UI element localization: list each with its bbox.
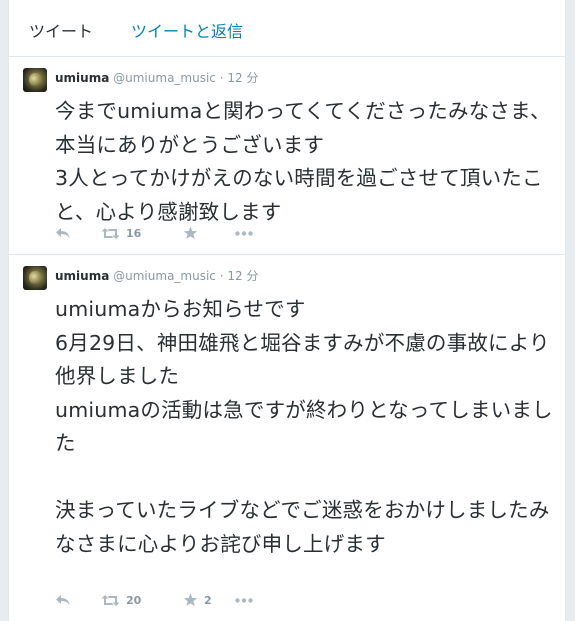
retweet-count: 20 bbox=[126, 593, 142, 607]
favorite-button[interactable]: 2 bbox=[183, 593, 235, 607]
more-button[interactable] bbox=[235, 597, 253, 603]
retweet-icon bbox=[101, 594, 120, 607]
tweet-text: umiumaからお知らせです 6月29日、神田雄飛と堀谷ますみが不慮の事故により… bbox=[55, 297, 553, 556]
retweet-button[interactable]: 16 bbox=[101, 227, 183, 240]
tweet-header: umiuma @umiuma_music · 12 分 bbox=[55, 70, 258, 86]
separator: · bbox=[219, 71, 224, 85]
more-button[interactable] bbox=[235, 230, 253, 236]
tab-tweets-and-replies[interactable]: ツイートと返信 bbox=[131, 18, 243, 56]
timestamp[interactable]: 12 分 bbox=[227, 269, 258, 283]
more-icon bbox=[235, 597, 253, 603]
avatar[interactable] bbox=[23, 266, 47, 290]
reply-icon bbox=[55, 226, 71, 240]
favorite-icon bbox=[183, 593, 198, 607]
retweet-icon bbox=[101, 227, 120, 240]
favorite-count: 2 bbox=[204, 593, 212, 607]
retweet-button[interactable]: 20 bbox=[101, 594, 183, 607]
timestamp[interactable]: 12 分 bbox=[227, 71, 258, 85]
timeline-card: ツイート ツイートと返信 umiuma @umiuma_music · 12 分… bbox=[8, 0, 566, 621]
reply-button[interactable] bbox=[55, 226, 101, 240]
reply-button[interactable] bbox=[55, 593, 101, 607]
tweet[interactable]: umiuma @umiuma_music · 12 分 umiumaからお知らせ… bbox=[9, 255, 565, 621]
retweet-count: 16 bbox=[126, 226, 142, 240]
tweet-actions: 16 bbox=[55, 223, 253, 243]
separator: · bbox=[219, 269, 224, 283]
more-icon bbox=[235, 230, 253, 236]
tweet[interactable]: umiuma @umiuma_music · 12 分 今までumiumaと関わ… bbox=[9, 57, 565, 255]
user-name[interactable]: umiuma bbox=[55, 269, 109, 283]
favorite-button[interactable] bbox=[183, 226, 235, 240]
avatar[interactable] bbox=[23, 68, 47, 92]
reply-icon bbox=[55, 593, 71, 607]
user-name[interactable]: umiuma bbox=[55, 71, 109, 85]
favorite-icon bbox=[183, 226, 198, 240]
profile-tabs: ツイート ツイートと返信 bbox=[9, 0, 565, 57]
user-handle[interactable]: @umiuma_music bbox=[113, 71, 216, 85]
user-handle[interactable]: @umiuma_music bbox=[113, 269, 216, 283]
tweet-header: umiuma @umiuma_music · 12 分 bbox=[55, 268, 258, 284]
tweet-actions: 20 2 bbox=[55, 590, 253, 610]
tab-tweets[interactable]: ツイート bbox=[29, 18, 93, 56]
tweet-text: 今までumiumaと関わってくてくださったみなさま、本当にありがとうございます … bbox=[55, 99, 551, 224]
